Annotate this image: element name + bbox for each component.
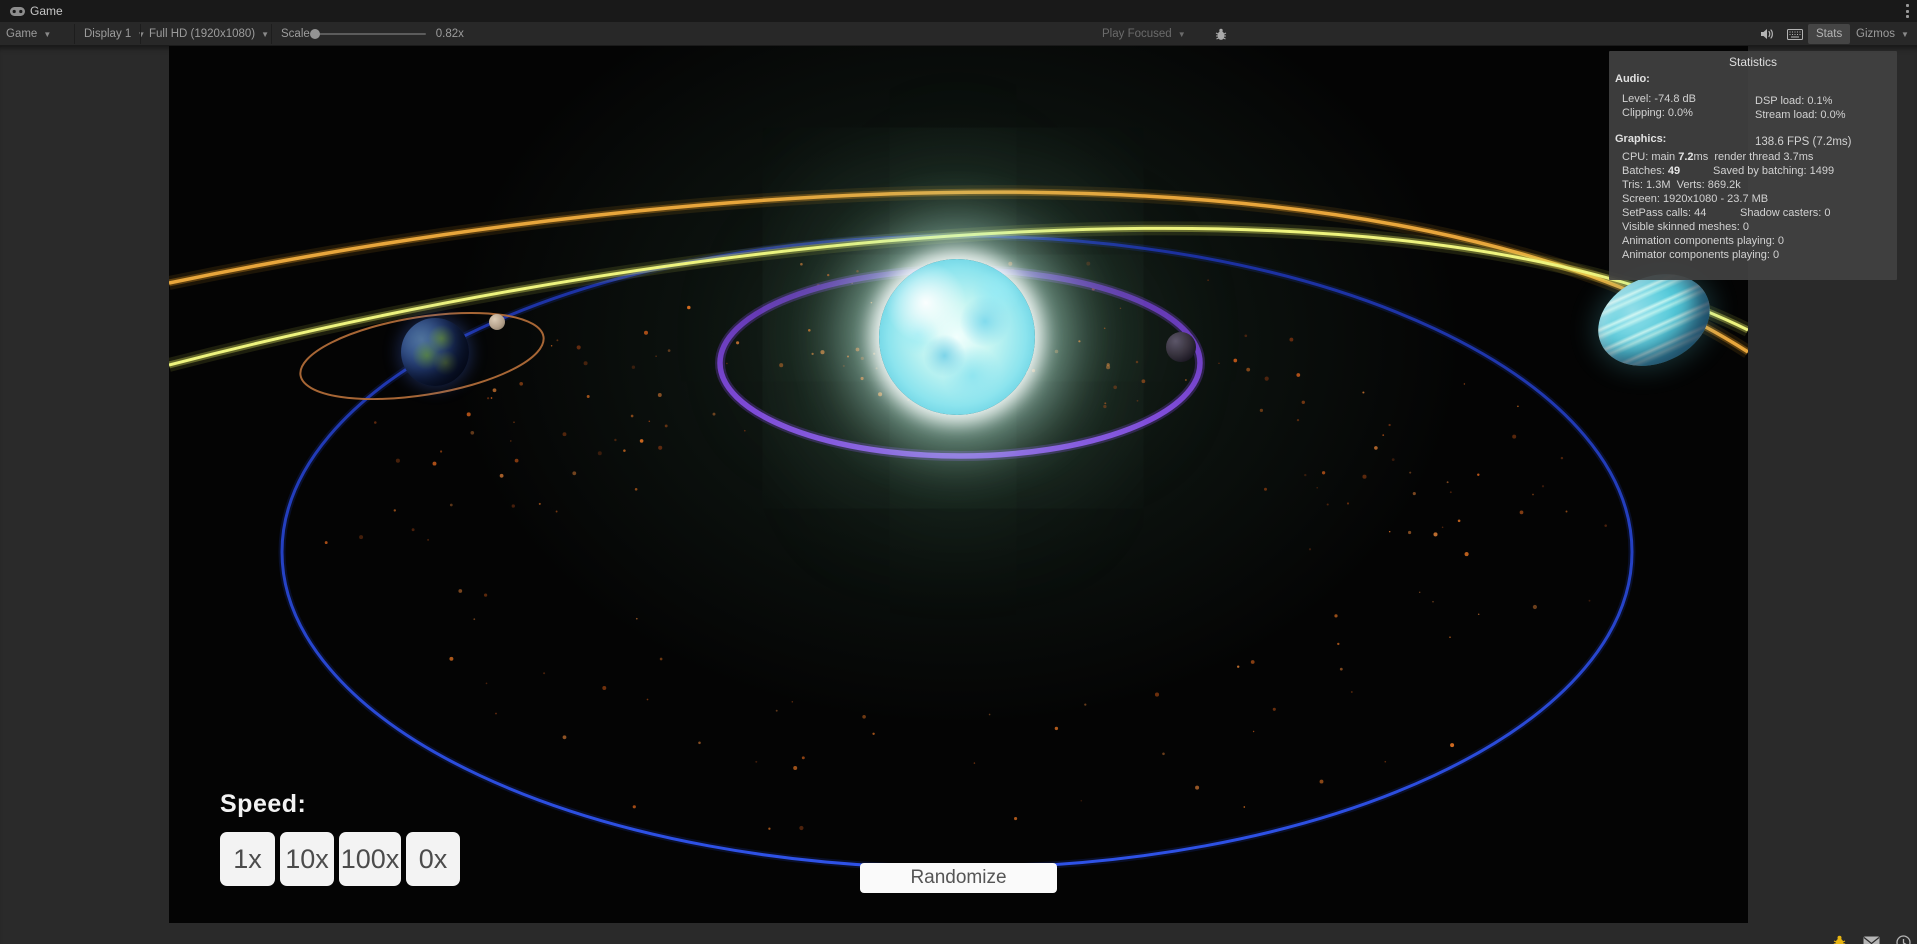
chevron-down-icon: ▼ [1900,29,1909,39]
display-label: Display 1 [84,28,132,40]
orbits-layer [169,185,1748,872]
keyboard-shortcuts-icon[interactable] [1784,22,1806,46]
play-focused-label: Play Focused [1102,28,1172,40]
scale-value: 0.82x [435,28,464,40]
play-focused-dropdown[interactable]: Play Focused ▼ [1096,22,1192,46]
chevron-down-icon: ▼ [1177,29,1186,39]
earth-planet [401,318,469,386]
speed-10x-button[interactable]: 10x [280,832,334,886]
view-mode-dropdown[interactable]: Game ▼ [0,22,57,46]
audio-heading: Audio: [1615,73,1650,85]
scale-slider-knob[interactable] [309,29,320,39]
audio-clipping: Clipping: 0.0% [1622,107,1693,119]
tab-bar: Game [0,0,1917,22]
unity-game-window: { "window": { "tab_label": "Game" }, "to… [0,0,1917,944]
speed-0x-button[interactable]: 0x [406,832,460,886]
earth-moon [489,314,505,330]
divider [271,24,272,44]
tab-game[interactable]: Game [0,0,73,22]
tris-verts: Tris: 1.3M Verts: 869.2k [1622,179,1741,191]
game-viewport[interactable]: Speed: 1x 10x 100x 0x Randomize [169,46,1748,923]
chevron-down-icon: ▼ [43,29,52,39]
gamepad-icon [10,6,25,16]
resolution-dropdown[interactable]: Full HD (1920x1080) ▼ [143,22,275,46]
speed-100x-button[interactable]: 100x [339,832,401,886]
stats-toggle-button[interactable]: Stats [1808,24,1851,44]
fps-readout: 138.6 FPS (7.2ms) [1755,136,1852,148]
divider [140,24,141,44]
speed-label: Speed: [220,790,307,818]
shadow-casters: Shadow casters: 0 [1740,207,1831,219]
status-bar-icons [1832,935,1911,944]
star [879,259,1035,415]
console-warning-bug-icon[interactable] [1832,935,1847,944]
scale-label: Scale [281,28,310,40]
chevron-down-icon: ▼ [261,29,270,39]
randomize-button[interactable]: Randomize [860,863,1057,893]
audio-dsp-load: DSP load: 0.1% [1755,95,1833,107]
statistics-title: Statistics [1728,55,1777,69]
cpu-line: CPU: main 7.2ms render thread 3.7ms [1622,151,1814,163]
batches-line: Batches: 49 [1622,165,1681,177]
game-view-toolbar: Game ▼ Display 1 ▼ Full HD (1920x1080) ▼… [0,22,1917,46]
stats-button-label: Stats [1816,28,1843,40]
scale-slider[interactable] [309,29,426,39]
tab-game-label: Game [30,4,63,18]
speed-1x-button[interactable]: 1x [220,832,275,886]
gizmos-dropdown[interactable]: Gizmos ▼ [1850,22,1915,46]
view-mode-label: Game [6,28,38,40]
screen-line: Screen: 1920x1080 - 23.7 MB [1622,193,1769,205]
debug-bug-icon[interactable] [1210,22,1232,46]
audio-level: Level: -74.8 dB [1622,93,1696,105]
scale-control: Scale 0.82x [275,22,470,46]
visible-skinned-meshes: Visible skinned meshes: 0 [1622,221,1749,233]
mail-icon[interactable] [1863,936,1880,944]
purple-orbit-moon [1166,332,1196,362]
setpass-calls: SetPass calls: 44 [1622,207,1707,219]
resolution-label: Full HD (1920x1080) [149,28,256,40]
graphics-heading: Graphics: [1615,133,1667,145]
statistics-panel: Statistics Audio: Level: -74.8 dB DSP lo… [1609,51,1897,280]
audio-stream-load: Stream load: 0.0% [1755,109,1846,121]
mute-audio-icon[interactable] [1756,22,1778,46]
saved-by-batching: Saved by batching: 1499 [1713,165,1835,177]
animator-components: Animator components playing: 0 [1622,249,1780,261]
divider [74,24,75,44]
gizmos-label: Gizmos [1856,28,1895,40]
animation-components: Animation components playing: 0 [1622,235,1785,247]
activity-clock-icon[interactable] [1896,935,1911,944]
kebab-menu-icon[interactable] [1905,4,1909,18]
